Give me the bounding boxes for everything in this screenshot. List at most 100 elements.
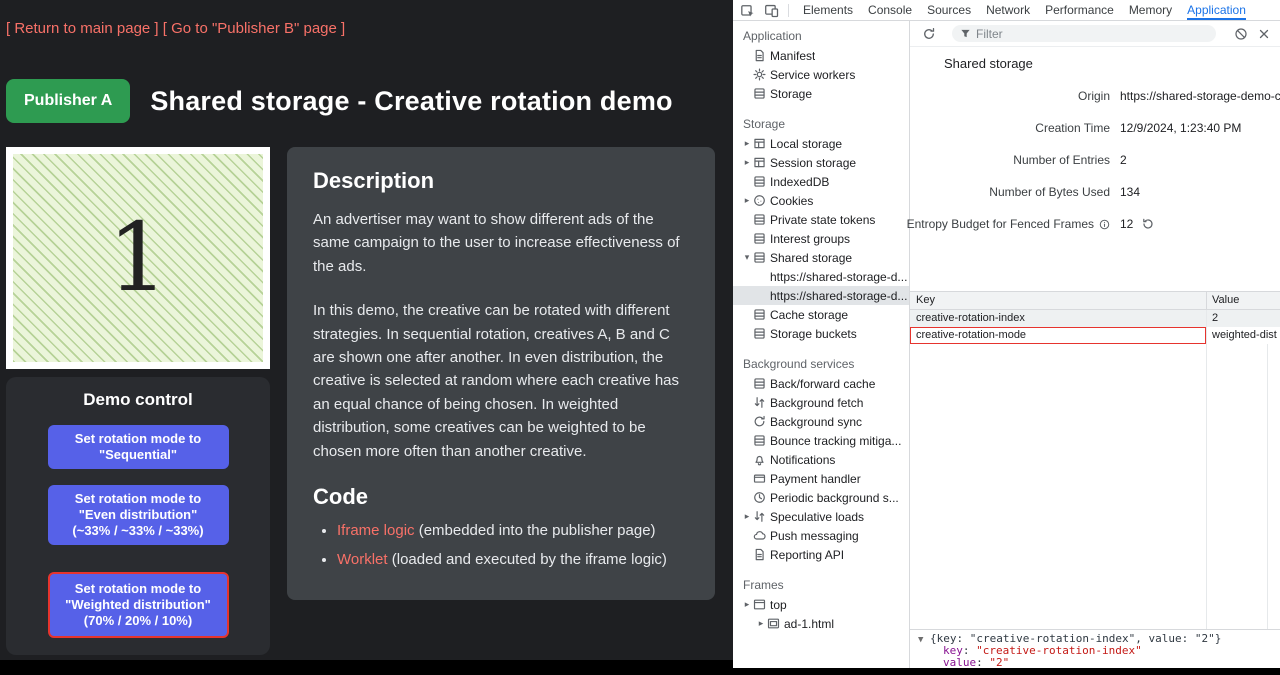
- metadata-value: 2: [1120, 153, 1127, 167]
- worklet-link[interactable]: Worklet: [337, 551, 388, 568]
- sidebar-item-top[interactable]: ▸top: [733, 595, 909, 614]
- code-list-item: Iframe logic (embedded into the publishe…: [337, 520, 689, 543]
- tab-application[interactable]: Application: [1187, 0, 1246, 20]
- tab-memory[interactable]: Memory: [1129, 0, 1172, 20]
- database-icon: [753, 232, 770, 245]
- filter-input[interactable]: [976, 27, 1208, 41]
- sidebar-item-storage[interactable]: Storage: [733, 84, 909, 103]
- cell-value: weighted-dist: [1207, 327, 1280, 344]
- ad-creative-frame[interactable]: 1: [6, 147, 270, 369]
- sidebar-item-indexeddb[interactable]: IndexedDB: [733, 172, 909, 191]
- sidebar-item-background-fetch[interactable]: Background fetch: [733, 393, 909, 412]
- sidebar-item-cookies[interactable]: ▸Cookies: [733, 191, 909, 210]
- return-to-main-link[interactable]: Return to main page: [14, 20, 150, 37]
- page-title: Shared storage - Creative rotation demo: [150, 86, 672, 117]
- sidebar-item-https-shared-storage-d[interactable]: https://shared-storage-d...: [733, 286, 909, 305]
- sidebar-item-payment-handler[interactable]: Payment handler: [733, 469, 909, 488]
- triangle-right-icon[interactable]: ▸: [741, 511, 753, 522]
- set-rotation-mode-button-1[interactable]: Set rotation mode to"Sequential": [48, 425, 229, 469]
- set-rotation-mode-button-3[interactable]: Set rotation mode to"Weighted distributi…: [48, 572, 229, 638]
- tab-console[interactable]: Console: [868, 0, 912, 20]
- column-header-value[interactable]: Value: [1207, 292, 1280, 309]
- device-toolbar-icon[interactable]: [764, 3, 779, 18]
- refresh-icon[interactable]: [922, 27, 936, 41]
- tab-sources[interactable]: Sources: [927, 0, 971, 20]
- sidebar-item-shared-storage[interactable]: ▾Shared storage: [733, 248, 909, 267]
- sidebar-item-ad-1-html[interactable]: ▸ad-1.html: [733, 614, 909, 633]
- database-icon: [753, 213, 770, 226]
- triangle-right-icon[interactable]: ▸: [741, 195, 753, 206]
- metadata-value: 12: [1120, 217, 1154, 231]
- table-row-creative-rotation-index[interactable]: creative-rotation-index2: [910, 310, 1280, 327]
- sidebar-item-background-sync[interactable]: Background sync: [733, 412, 909, 431]
- sidebar-item-label: Periodic background s...: [770, 491, 899, 505]
- frame-icon: [753, 598, 770, 611]
- metadata-row-number-of-entries: Number of Entries2: [910, 144, 1280, 176]
- sidebar-item-label: Push messaging: [770, 529, 859, 543]
- cookie-icon: [753, 194, 770, 207]
- publisher-b-link[interactable]: Go to "Publisher B" page: [171, 20, 337, 37]
- triangle-right-icon[interactable]: ▸: [741, 138, 753, 149]
- inspect-icon[interactable]: [740, 3, 755, 18]
- triangle-right-icon[interactable]: ▸: [741, 599, 753, 610]
- code-list-item: Worklet (loaded and executed by the ifra…: [337, 549, 689, 572]
- triangle-down-icon[interactable]: ▾: [741, 252, 753, 263]
- devtools-tabbar: Elements Console Sources Network Performance…: [733, 0, 1280, 21]
- database-icon: [753, 377, 770, 390]
- panel-toolbar: [910, 21, 1280, 47]
- sidebar-item-private-state-tokens[interactable]: Private state tokens: [733, 210, 909, 229]
- table-header: Key Value: [910, 292, 1280, 310]
- info-icon: [1099, 219, 1110, 230]
- delete-icon[interactable]: [1258, 28, 1270, 40]
- demo-control-title: Demo control: [6, 390, 270, 410]
- sidebar-item-local-storage[interactable]: ▸Local storage: [733, 134, 909, 153]
- iframe-logic-link[interactable]: Iframe logic: [337, 522, 415, 539]
- reset-entropy-budget-button[interactable]: [1142, 218, 1154, 230]
- sidebar-item-interest-groups[interactable]: Interest groups: [733, 229, 909, 248]
- sidebar-item-cache-storage[interactable]: Cache storage: [733, 305, 909, 324]
- triangle-right-icon[interactable]: ▸: [741, 157, 753, 168]
- iframe-icon: [767, 617, 784, 630]
- metadata-row-number-of-bytes-used: Number of Bytes Used134: [910, 176, 1280, 208]
- sidebar-item-session-storage[interactable]: ▸Session storage: [733, 153, 909, 172]
- tab-elements[interactable]: Elements: [803, 0, 853, 20]
- tab-performance[interactable]: Performance: [1045, 0, 1114, 20]
- sidebar-item-label: Storage: [770, 87, 812, 101]
- tab-network[interactable]: Network: [986, 0, 1030, 20]
- sidebar-section-frames: Frames: [733, 576, 909, 595]
- sidebar-item-reporting-api[interactable]: Reporting API: [733, 545, 909, 564]
- updown-icon: [753, 396, 770, 409]
- bell-icon: [753, 453, 770, 466]
- database-icon: [753, 308, 770, 321]
- triangle-right-icon[interactable]: ▸: [755, 618, 767, 629]
- page-header: Publisher A Shared storage - Creative ro…: [6, 79, 733, 123]
- sidebar-item-manifest[interactable]: Manifest: [733, 46, 909, 65]
- demo-control-panel: Demo control Set rotation mode to"Sequen…: [6, 377, 270, 655]
- sidebar-section-background-services: Background services: [733, 355, 909, 374]
- preview-pane: ▼{key: "creative-rotation-index", value:…: [910, 629, 1280, 668]
- sidebar-item-service-workers[interactable]: Service workers: [733, 65, 909, 84]
- updown-icon: [753, 510, 770, 523]
- creative-number: 1: [108, 211, 168, 306]
- table-row-creative-rotation-mode[interactable]: creative-rotation-modeweighted-dist: [910, 327, 1280, 344]
- set-rotation-mode-button-2[interactable]: Set rotation mode to"Even distribution"(…: [48, 485, 229, 545]
- sidebar-item-storage-buckets[interactable]: Storage buckets: [733, 324, 909, 343]
- sidebar-item-label: Service workers: [770, 68, 855, 82]
- clear-all-icon[interactable]: [1234, 27, 1248, 41]
- property-name: value: [943, 656, 976, 668]
- preview-property-value: value: "2": [918, 657, 1280, 668]
- devtools-tabs: Elements Console Sources Network Performance…: [803, 0, 1246, 20]
- metadata-label: Origin: [910, 89, 1110, 103]
- sidebar-item-periodic-background-s[interactable]: Periodic background s...: [733, 488, 909, 507]
- sidebar-item-push-messaging[interactable]: Push messaging: [733, 526, 909, 545]
- sidebar-item-speculative-loads[interactable]: ▸Speculative loads: [733, 507, 909, 526]
- column-header-key[interactable]: Key: [910, 292, 1207, 309]
- sidebar-item-label: Back/forward cache: [770, 377, 875, 391]
- sidebar-item-bounce-tracking-mitiga[interactable]: Bounce tracking mitiga...: [733, 431, 909, 450]
- table-rows: creative-rotation-index2creative-rotatio…: [910, 310, 1280, 344]
- sidebar-item-notifications[interactable]: Notifications: [733, 450, 909, 469]
- expand-triangle-icon[interactable]: ▼: [918, 634, 930, 646]
- sidebar-item-https-shared-storage-d[interactable]: https://shared-storage-d...: [733, 267, 909, 286]
- sidebar-item-back-forward-cache[interactable]: Back/forward cache: [733, 374, 909, 393]
- filter-box[interactable]: [952, 25, 1216, 42]
